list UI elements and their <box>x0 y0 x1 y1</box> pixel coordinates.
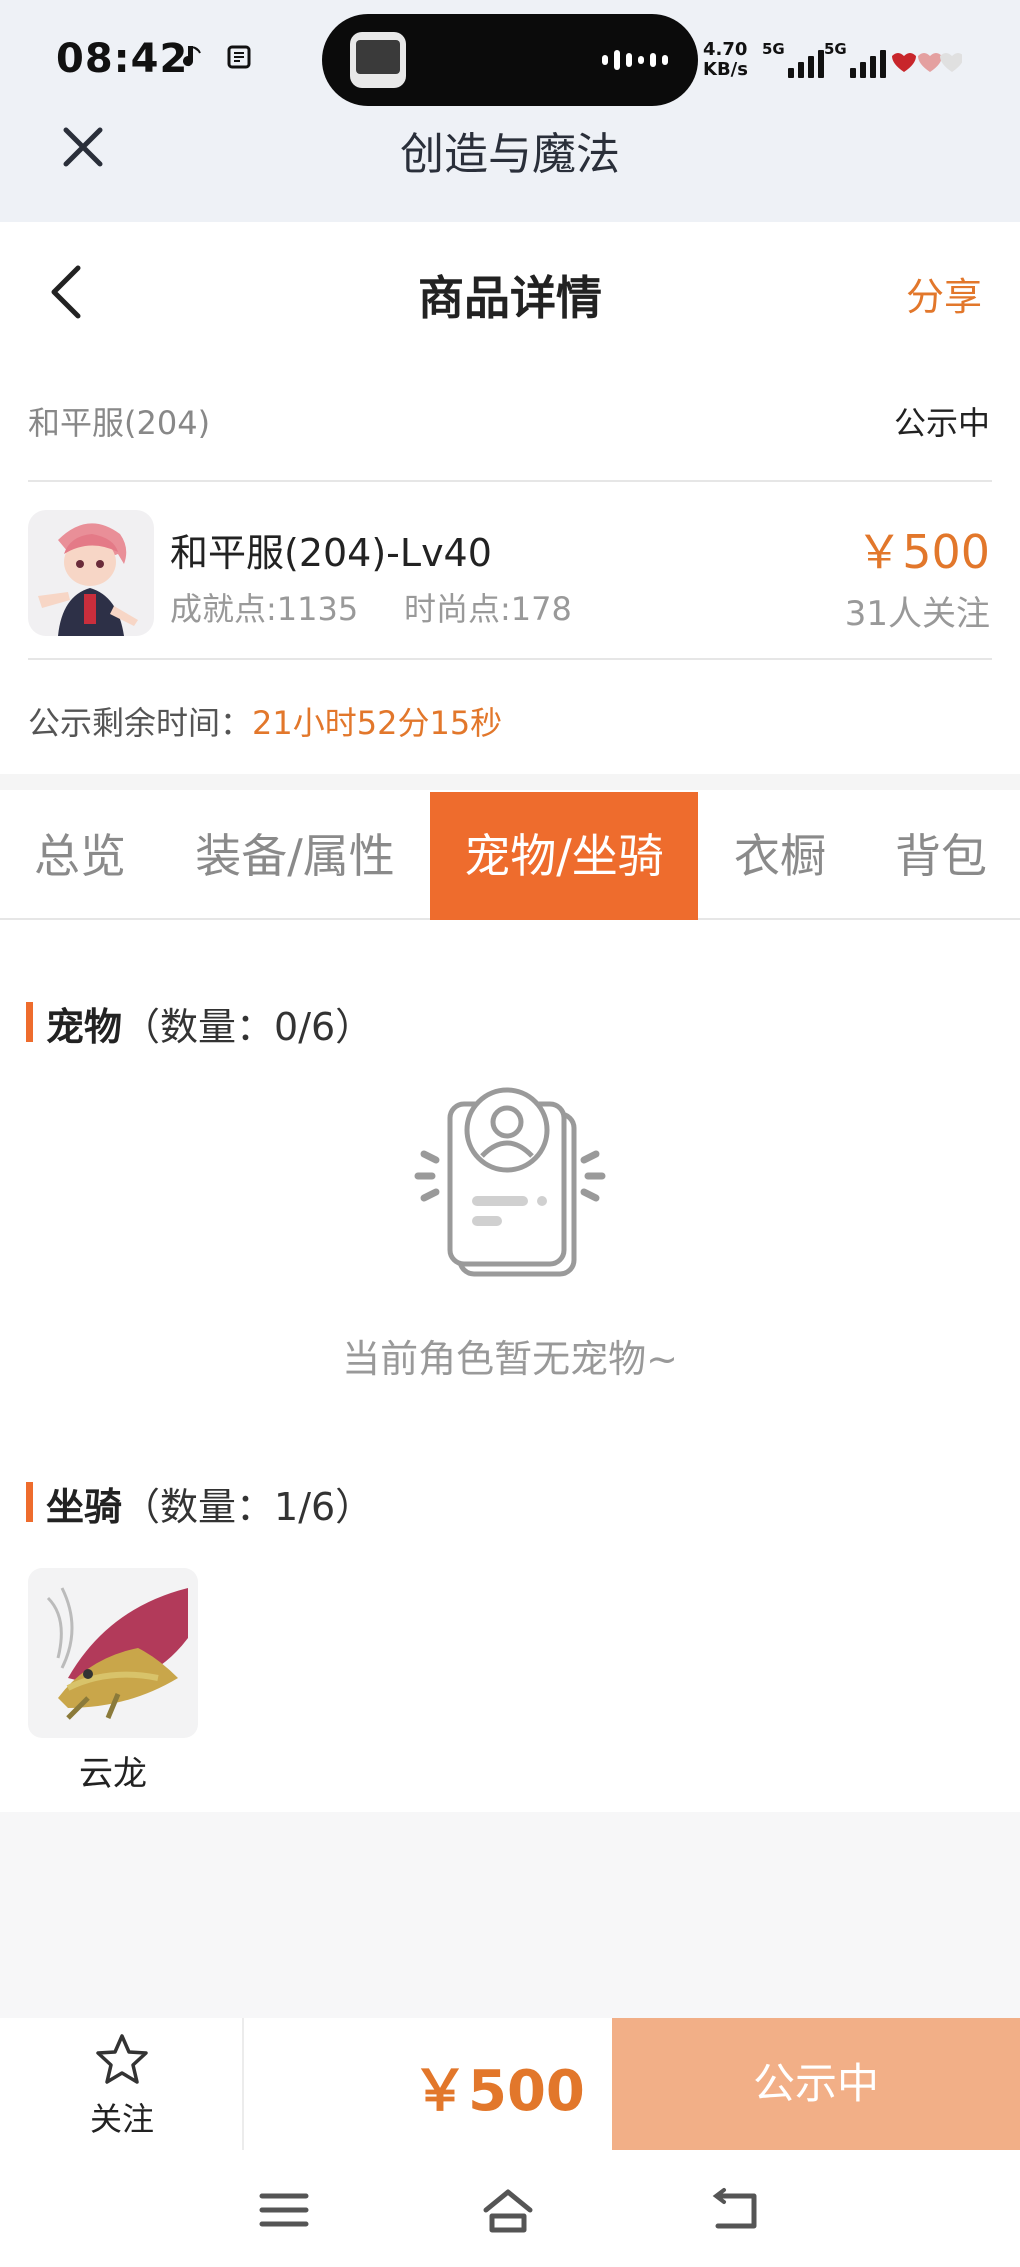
tab-overview[interactable]: 总览 <box>0 792 160 920</box>
follower-count: 31人关注 <box>844 594 990 634</box>
tab-pets-mounts[interactable]: 宠物/坐骑 <box>430 792 698 920</box>
mounts-count: （数量：1/6） <box>122 1485 374 1529</box>
pets-count: （数量：0/6） <box>122 1005 374 1049</box>
music-note-icon <box>183 46 201 67</box>
home-icon[interactable] <box>482 2186 534 2234</box>
page-title: 商品详情 <box>418 271 602 325</box>
mounts-section-title: 坐骑（数量：1/6） <box>25 1476 374 1531</box>
remaining-time-value: 21小时52分15秒 <box>252 704 503 742</box>
island-app-thumbnail <box>350 32 406 88</box>
character-portrait-image <box>38 523 138 636</box>
sim-tool-icon <box>227 45 251 69</box>
pets-empty-text: 当前角色暂无宠物~ <box>342 1337 678 1381</box>
tab-equipment[interactable]: 装备/属性 <box>160 792 430 920</box>
app-title: 创造与魔法 <box>400 129 620 180</box>
status-button[interactable]: 公示中 <box>612 2018 1020 2150</box>
divider <box>28 658 992 660</box>
follow-label: 关注 <box>89 2100 154 2138</box>
mount-card[interactable] <box>28 1568 198 1738</box>
pets-section-title: 宠物（数量：0/6） <box>25 996 374 1051</box>
status-time: 08:42 <box>56 36 189 82</box>
remaining-time-label: 公示剩余时间： <box>28 704 253 742</box>
sim1-label: 5G <box>762 40 785 58</box>
top-area: 08:42 4.70 KB/s 5G 5G 创造与魔法 <box>0 0 1020 222</box>
pets-title: 宠物 <box>46 1005 123 1049</box>
menu-icon[interactable] <box>258 2186 310 2234</box>
item-price: ￥500 <box>856 525 990 579</box>
server-label: 和平服(204) <box>28 404 211 442</box>
mount-name: 云龙 <box>79 1754 147 1794</box>
character-avatar[interactable] <box>28 510 154 636</box>
share-button[interactable]: 分享 <box>906 266 982 321</box>
tab-bag[interactable]: 背包 <box>862 792 1020 920</box>
bottom-action-bar: 关注 ￥500 公示中 <box>0 2018 1020 2150</box>
bottom-price: ￥500 <box>412 2059 585 2124</box>
section-gap <box>0 774 1020 790</box>
battery-icon <box>892 53 962 72</box>
star-icon <box>96 2034 148 2084</box>
network-speed-value: 4.70 <box>703 39 748 60</box>
listing-status: 公示中 <box>893 404 990 442</box>
system-nav-bar <box>0 2150 1020 2267</box>
network-speed: 4.70 KB/s <box>703 40 748 80</box>
mounts-title: 坐骑 <box>46 1485 123 1529</box>
empty-profile-card-icon <box>414 1087 606 1277</box>
divider <box>28 480 992 482</box>
follow-button[interactable]: 关注 <box>0 2018 244 2150</box>
network-speed-unit: KB/s <box>703 59 748 80</box>
sim2-label: 5G <box>824 40 847 58</box>
dynamic-island <box>322 14 698 106</box>
tab-bar: 总览 装备/属性 宠物/坐骑 衣橱 背包 <box>0 792 1020 920</box>
dragon-mount-image <box>46 1587 188 1720</box>
item-name: 和平服(204)-Lv40 <box>170 531 492 575</box>
tab-wardrobe[interactable]: 衣橱 <box>698 792 862 920</box>
fashion-points: 时尚点:178 <box>404 590 572 628</box>
back-icon[interactable] <box>710 2186 762 2234</box>
remaining-time: 公示剩余时间：21小时52分15秒 <box>28 698 502 744</box>
audio-wave-icon <box>602 50 668 70</box>
achievement-points: 成就点:1135 <box>170 590 359 628</box>
